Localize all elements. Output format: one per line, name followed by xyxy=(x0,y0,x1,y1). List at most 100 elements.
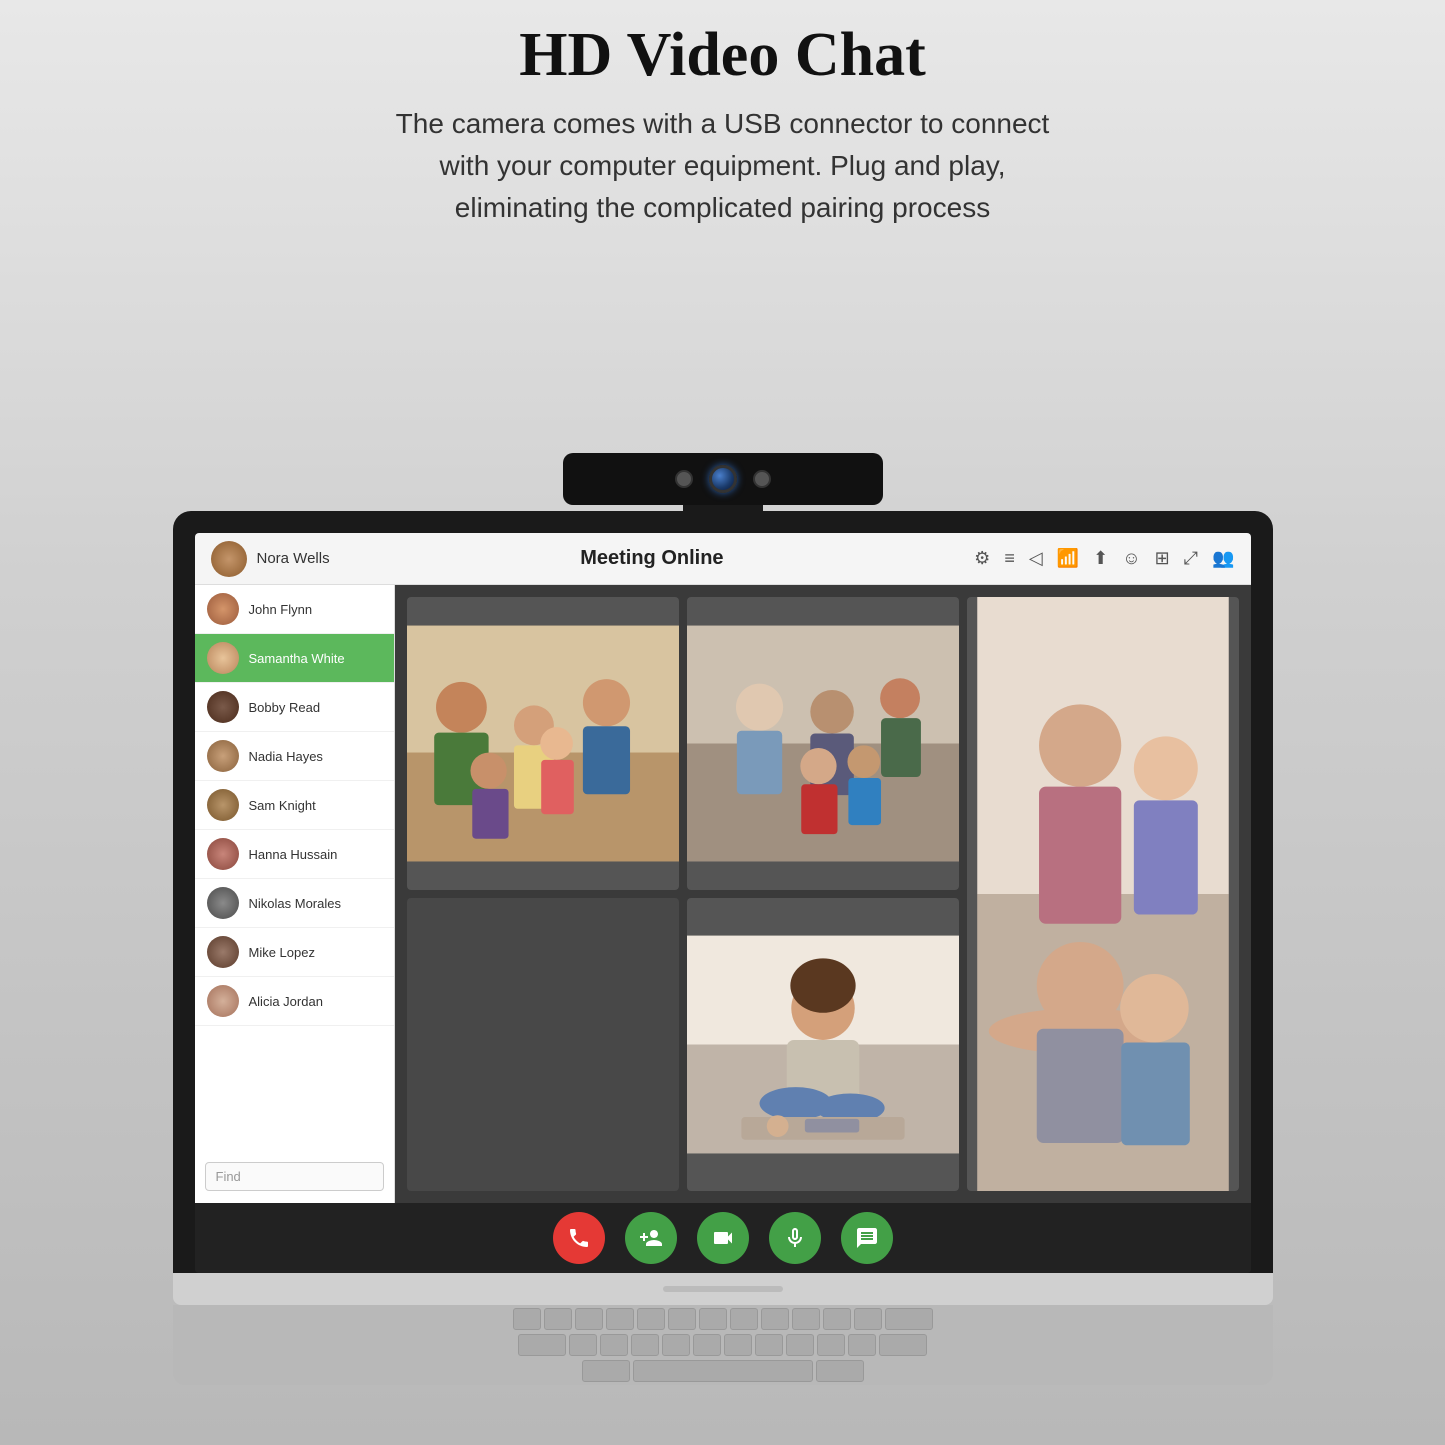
key xyxy=(786,1334,814,1356)
video-cell-4 xyxy=(687,898,959,1191)
laptop: Nora Wells Meeting Online ⚙ ≡ ◁ 📶 ⬆ ☺ ⊞ … xyxy=(173,511,1273,1385)
avatar-samantha-white xyxy=(207,642,239,674)
share-icon[interactable]: ⬆ xyxy=(1093,548,1108,569)
key xyxy=(575,1308,603,1330)
power-indicator xyxy=(753,470,771,488)
hinge-notch xyxy=(663,1286,783,1292)
key xyxy=(600,1334,628,1356)
key xyxy=(693,1334,721,1356)
webcam-mount xyxy=(683,505,763,533)
settings-icon[interactable]: ⚙ xyxy=(974,548,990,569)
key-shift-right xyxy=(816,1360,864,1382)
end-call-button[interactable] xyxy=(553,1212,605,1264)
video-cell-3 xyxy=(967,597,1239,1191)
signal-icon: 📶 xyxy=(1057,548,1079,569)
control-bar xyxy=(195,1203,1251,1273)
key xyxy=(823,1308,851,1330)
find-field[interactable]: Find xyxy=(205,1162,384,1191)
key-wide xyxy=(879,1334,927,1356)
wifi-indicator xyxy=(675,470,693,488)
key xyxy=(569,1334,597,1356)
header-username: Nora Wells xyxy=(257,550,330,567)
screen-content: Nora Wells Meeting Online ⚙ ≡ ◁ 📶 ⬆ ☺ ⊞ … xyxy=(195,533,1251,1273)
key-wide xyxy=(518,1334,566,1356)
keyboard-area xyxy=(173,1305,1273,1385)
name-alicia-jordan: Alicia Jordan xyxy=(249,994,323,1009)
avatar-john-flynn xyxy=(207,593,239,625)
sidebar-item-alicia-jordan[interactable]: Alicia Jordan xyxy=(195,977,394,1026)
key-shift-left xyxy=(582,1360,630,1382)
participants-icon[interactable]: 👥 xyxy=(1212,548,1234,569)
key xyxy=(792,1308,820,1330)
chat-button[interactable] xyxy=(841,1212,893,1264)
meeting-title: Meeting Online xyxy=(330,547,975,570)
key xyxy=(724,1334,752,1356)
video-cell-2 xyxy=(687,597,959,890)
sidebar-item-nikolas-morales[interactable]: Nikolas Morales xyxy=(195,879,394,928)
page-title: HD Video Chat xyxy=(373,20,1073,91)
hero-text: HD Video Chat The camera comes with a US… xyxy=(373,20,1073,229)
key-space xyxy=(633,1360,813,1382)
avatar-alicia-jordan xyxy=(207,985,239,1017)
key xyxy=(761,1308,789,1330)
avatar-bobby-read xyxy=(207,691,239,723)
page-subtitle: The camera comes with a USB connector to… xyxy=(373,103,1073,229)
sidebar-item-samantha-white[interactable]: Samantha White xyxy=(195,634,394,683)
sidebar: John Flynn Samantha White Bobby Read xyxy=(195,585,395,1203)
menu-icon[interactable]: ≡ xyxy=(1004,548,1015,569)
name-bobby-read: Bobby Read xyxy=(249,700,321,715)
avatar-hanna-hussain xyxy=(207,838,239,870)
app-header: Nora Wells Meeting Online ⚙ ≡ ◁ 📶 ⬆ ☺ ⊞ … xyxy=(195,533,1251,585)
key xyxy=(755,1334,783,1356)
key xyxy=(730,1308,758,1330)
name-nadia-hayes: Nadia Hayes xyxy=(249,749,323,764)
name-samantha-white: Samantha White xyxy=(249,651,345,666)
name-sam-knight: Sam Knight xyxy=(249,798,316,813)
key xyxy=(817,1334,845,1356)
sidebar-item-nadia-hayes[interactable]: Nadia Hayes xyxy=(195,732,394,781)
microphone-button[interactable] xyxy=(769,1212,821,1264)
webcam-lens xyxy=(709,465,737,493)
expand-icon[interactable]: ⤢ xyxy=(1184,548,1198,569)
video-cell-empty xyxy=(407,898,679,1191)
key xyxy=(848,1334,876,1356)
key xyxy=(631,1334,659,1356)
key xyxy=(637,1308,665,1330)
name-hanna-hussain: Hanna Hussain xyxy=(249,847,338,862)
key xyxy=(854,1308,882,1330)
screen-bezel: Nora Wells Meeting Online ⚙ ≡ ◁ 📶 ⬆ ☺ ⊞ … xyxy=(173,511,1273,1273)
video-cell-1 xyxy=(407,597,679,890)
avatar-nikolas-morales xyxy=(207,887,239,919)
avatar-sam-knight xyxy=(207,789,239,821)
video-button[interactable] xyxy=(697,1212,749,1264)
app-body: John Flynn Samantha White Bobby Read xyxy=(195,585,1251,1203)
avatar-nadia-hayes xyxy=(207,740,239,772)
sidebar-item-mike-lopez[interactable]: Mike Lopez xyxy=(195,928,394,977)
key-row-1 xyxy=(513,1308,933,1330)
sidebar-item-sam-knight[interactable]: Sam Knight xyxy=(195,781,394,830)
name-mike-lopez: Mike Lopez xyxy=(249,945,315,960)
key xyxy=(513,1308,541,1330)
add-person-button[interactable] xyxy=(625,1212,677,1264)
grid-icon[interactable]: ⊞ xyxy=(1155,548,1170,569)
back-icon[interactable]: ◁ xyxy=(1029,548,1043,569)
webcam-bar xyxy=(563,453,883,505)
key xyxy=(662,1334,690,1356)
key-row-2 xyxy=(518,1334,927,1356)
key xyxy=(668,1308,696,1330)
header-avatar xyxy=(211,541,247,577)
name-nikolas-morales: Nikolas Morales xyxy=(249,896,341,911)
laptop-body: Nora Wells Meeting Online ⚙ ≡ ◁ 📶 ⬆ ☺ ⊞ … xyxy=(173,511,1273,1385)
key xyxy=(606,1308,634,1330)
sidebar-item-bobby-read[interactable]: Bobby Read xyxy=(195,683,394,732)
header-icons: ⚙ ≡ ◁ 📶 ⬆ ☺ ⊞ ⤢ 👥 xyxy=(974,548,1234,569)
avatar-mike-lopez xyxy=(207,936,239,968)
name-john-flynn: John Flynn xyxy=(249,602,313,617)
sidebar-item-john-flynn[interactable]: John Flynn xyxy=(195,585,394,634)
video-grid xyxy=(395,585,1251,1203)
emoji-icon[interactable]: ☺ xyxy=(1122,548,1140,569)
key-row-space xyxy=(582,1360,864,1382)
sidebar-item-hanna-hussain[interactable]: Hanna Hussain xyxy=(195,830,394,879)
laptop-hinge xyxy=(173,1273,1273,1305)
key xyxy=(544,1308,572,1330)
